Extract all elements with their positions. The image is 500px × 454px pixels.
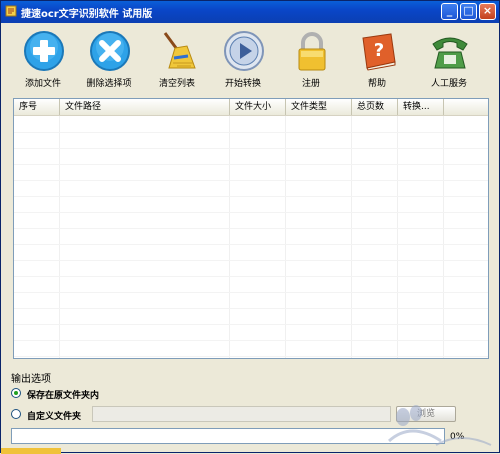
row-divider — [14, 180, 488, 181]
column-header-index[interactable]: 序号 — [14, 99, 60, 115]
column-header-pages[interactable]: 总页数 — [352, 99, 398, 115]
row-divider — [14, 164, 488, 165]
remove-selected-button[interactable]: 删除选择项 — [77, 27, 141, 93]
help-button[interactable]: ? 帮助 — [345, 27, 409, 93]
row-divider — [14, 292, 488, 293]
clear-list-button[interactable]: 清空列表 — [145, 27, 209, 93]
row-divider — [14, 244, 488, 245]
x-circle-icon — [90, 31, 130, 71]
custom-folder-label: 自定义文件夹 — [27, 412, 82, 422]
column-header-size[interactable]: 文件大小 — [230, 99, 286, 115]
custom-folder-path-input[interactable] — [92, 406, 391, 422]
radio-selected-dot — [14, 391, 18, 395]
table-body — [14, 116, 488, 358]
remove-selected-label: 删除选择项 — [86, 79, 132, 89]
row-divider — [14, 228, 488, 229]
custom-folder-radio[interactable] — [11, 409, 21, 419]
row-divider — [14, 308, 488, 309]
status-strip — [1, 448, 61, 454]
broom-icon — [163, 32, 196, 69]
start-convert-label: 开始转换 — [224, 79, 261, 89]
window-title: 捷速ocr文字识别软件 试用版 — [21, 9, 153, 20]
app-window: 捷速ocr文字识别软件 试用版 _ □ × 添加文件 删除选择项 清空列表 开始… — [0, 0, 500, 454]
column-divider — [397, 116, 398, 358]
baidu-watermark — [387, 405, 492, 446]
add-file-label: 添加文件 — [24, 79, 61, 89]
row-divider — [14, 324, 488, 325]
play-circle-icon — [224, 31, 264, 71]
customer-service-button[interactable]: 人工服务 — [417, 27, 481, 93]
start-convert-button[interactable]: 开始转换 — [211, 27, 275, 93]
column-divider — [229, 116, 230, 358]
svg-text:?: ? — [374, 40, 384, 61]
output-options-title: 输出选项 — [11, 374, 51, 385]
title-bar: 捷速ocr文字识别软件 试用版 _ □ × — [1, 1, 499, 23]
maximize-button[interactable]: □ — [460, 3, 477, 20]
column-divider — [351, 116, 352, 358]
clear-list-label: 清空列表 — [158, 79, 195, 89]
same-folder-label: 保存在原文件夹内 — [27, 391, 100, 401]
help-label: 帮助 — [367, 79, 386, 89]
lock-icon — [298, 32, 326, 71]
row-divider — [14, 132, 488, 133]
help-book-icon: ? — [362, 33, 396, 71]
plus-circle-icon — [24, 31, 64, 71]
column-header-type[interactable]: 文件类型 — [286, 99, 352, 115]
column-divider — [59, 116, 60, 358]
file-list-table[interactable]: 序号 文件路径 文件大小 文件类型 总页数 转换... — [13, 98, 489, 359]
add-file-button[interactable]: 添加文件 — [11, 27, 75, 93]
toolbar: 添加文件 删除选择项 清空列表 开始转换 注册 ? 帮助 人工服务 — [7, 27, 493, 95]
same-folder-radio[interactable] — [11, 388, 21, 398]
close-button[interactable]: × — [479, 3, 496, 20]
app-icon — [5, 5, 17, 17]
customer-service-label: 人工服务 — [430, 79, 467, 89]
register-label: 注册 — [301, 79, 320, 89]
row-divider — [14, 276, 488, 277]
row-divider — [14, 148, 488, 149]
row-divider — [14, 260, 488, 261]
table-header: 序号 文件路径 文件大小 文件类型 总页数 转换... — [14, 99, 488, 116]
column-divider — [443, 116, 444, 358]
telephone-icon — [432, 37, 468, 69]
column-header-path[interactable]: 文件路径 — [60, 99, 230, 115]
row-divider — [14, 212, 488, 213]
row-divider — [14, 196, 488, 197]
column-divider — [285, 116, 286, 358]
row-divider — [14, 340, 488, 341]
conversion-progress-bar — [11, 428, 445, 444]
minimize-button[interactable]: _ — [441, 3, 458, 20]
register-button[interactable]: 注册 — [279, 27, 343, 93]
column-header-status[interactable]: 转换... — [398, 99, 444, 115]
row-divider — [14, 356, 488, 357]
